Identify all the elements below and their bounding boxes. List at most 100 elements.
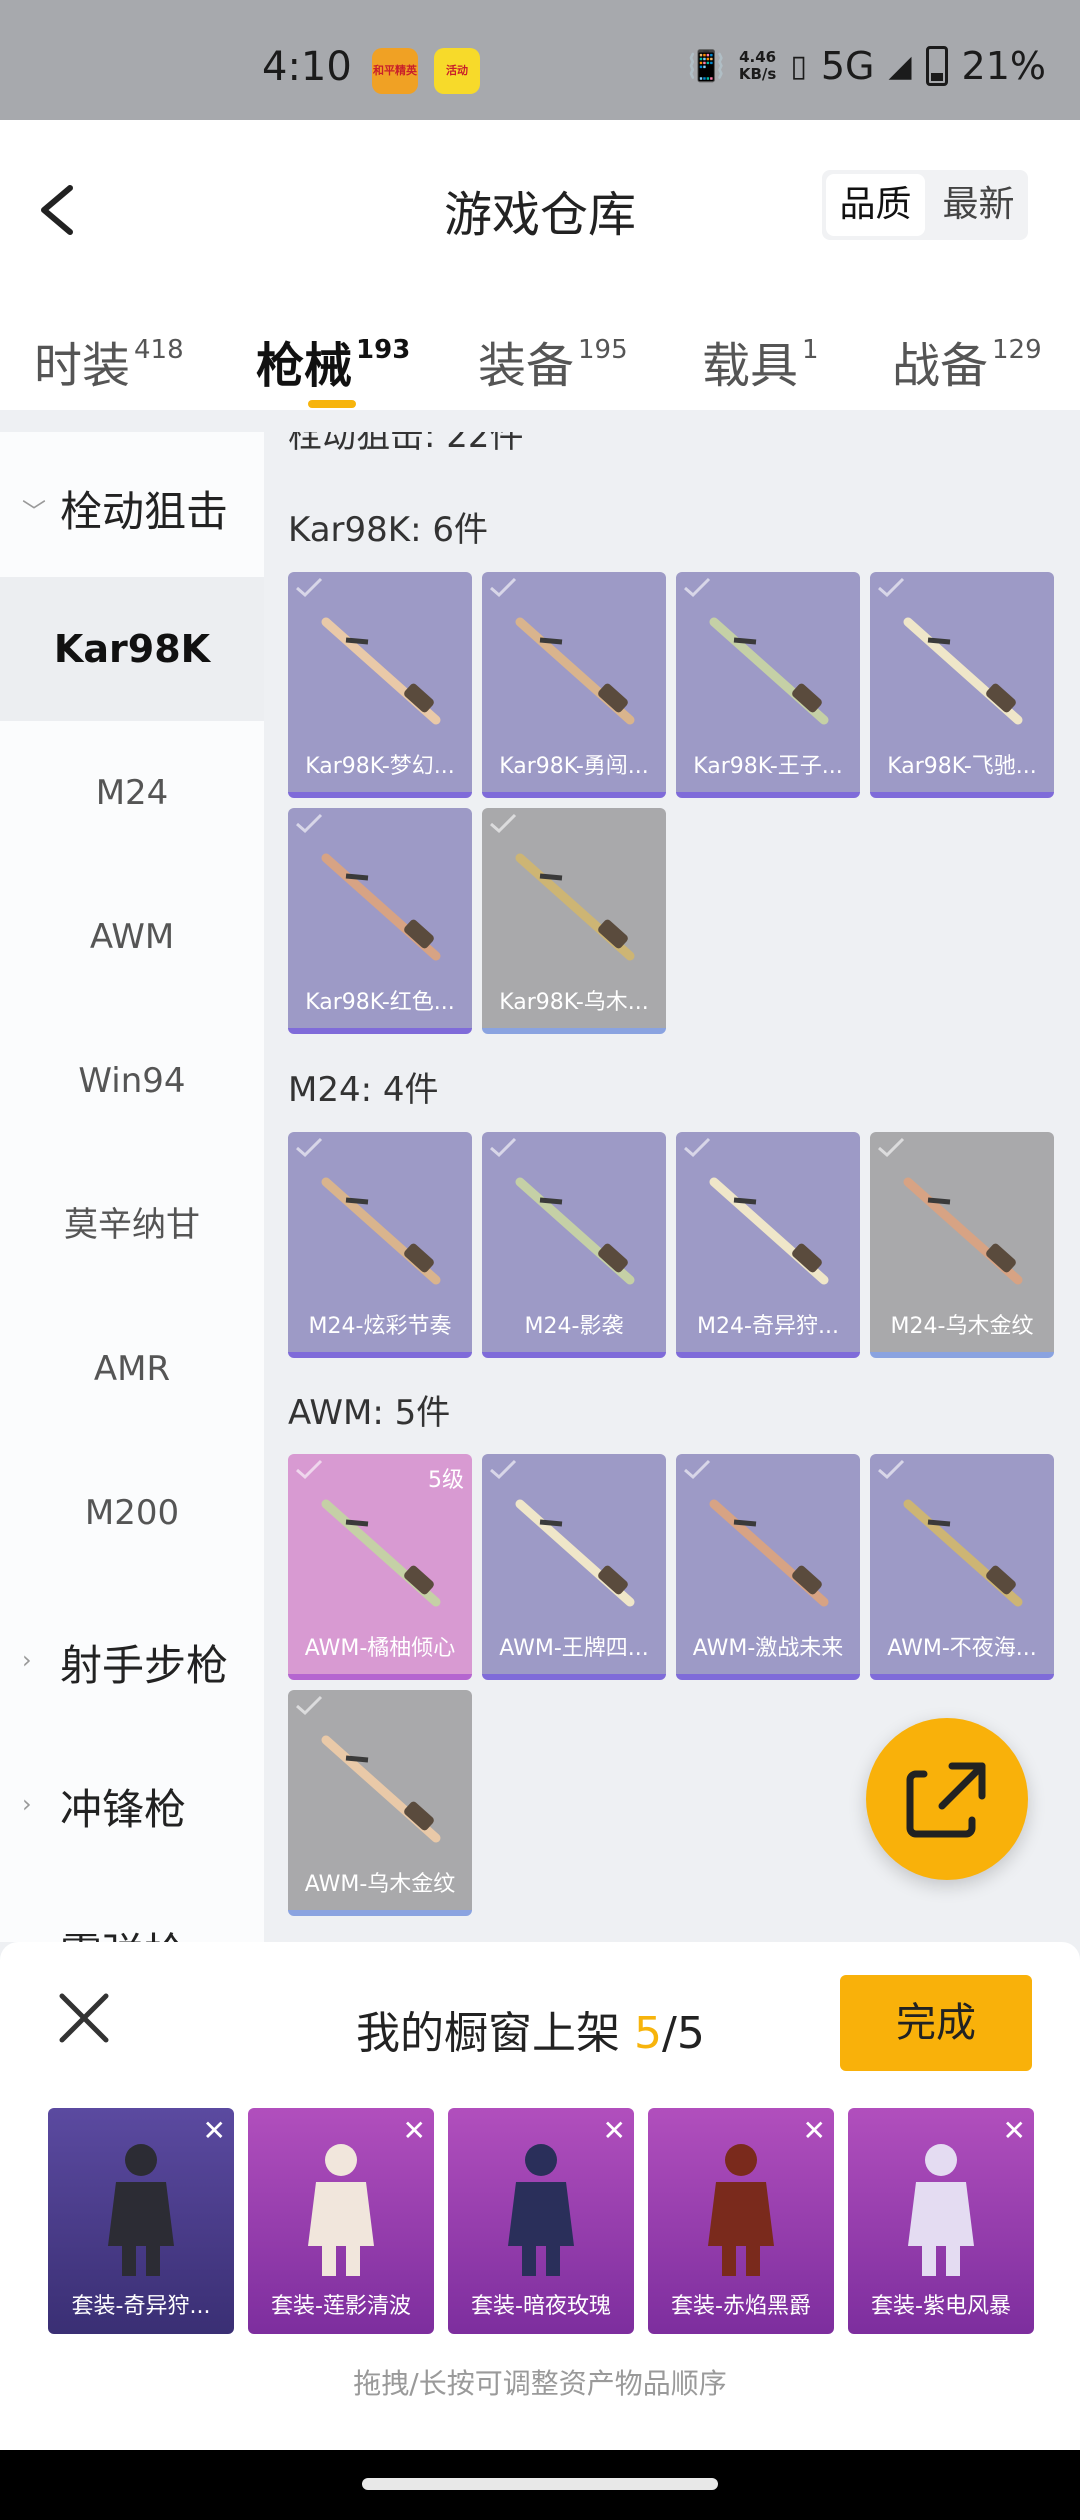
sidebar-item-awm[interactable]: AWM	[0, 865, 264, 1009]
showcase-item[interactable]: ✕ 套装-暗夜玫瑰	[448, 2108, 634, 2334]
sidebar-item-m24[interactable]: M24	[0, 721, 264, 865]
home-gesture-handle[interactable]	[362, 2478, 718, 2490]
weapon-name: AWM-不夜海...	[887, 1636, 1037, 1661]
net-speed-unit: KB/s	[738, 65, 777, 83]
remove-icon[interactable]: ✕	[803, 2114, 826, 2147]
check-icon	[684, 1137, 711, 1158]
outfit-name: 套装-紫电风暴	[871, 2294, 1011, 2319]
weapon-card[interactable]: Kar98K-勇闯...	[482, 572, 666, 798]
weapon-card[interactable]: Kar98K-红色...	[288, 808, 472, 1034]
rifle-icon	[321, 1735, 441, 1843]
weapon-card[interactable]: M24-乌木金纹	[870, 1132, 1054, 1358]
weapon-card[interactable]: AWM-不夜海...	[870, 1454, 1054, 1680]
tab-weapons[interactable]: 枪械 193	[256, 326, 410, 396]
status-indicators: 📳 4.46 KB/s ▯ 5G ◢ 21%	[687, 44, 1046, 88]
sidebar-category-dmr[interactable]: › 射手步枪	[0, 1632, 264, 1693]
rifle-icon	[515, 853, 635, 961]
sidebar-item-kar98k[interactable]: Kar98K	[0, 577, 264, 721]
weapon-card[interactable]: AWM-激战未来	[676, 1454, 860, 1680]
status-bar: 4:10 和平精英 活动 📳 4.46 KB/s ▯ 5G ◢ 21%	[0, 0, 1080, 120]
outfit-name: 套装-暗夜玫瑰	[471, 2294, 611, 2319]
weapon-card[interactable]: M24-奇异狩...	[676, 1132, 860, 1358]
sort-option-quality[interactable]: 品质	[826, 174, 925, 236]
weapon-card[interactable]: M24-影袭	[482, 1132, 666, 1358]
showcase-title: 我的橱窗上架 5/5	[356, 1997, 705, 2061]
tab-label: 枪械	[256, 338, 353, 394]
weapon-card[interactable]: Kar98K-飞驰...	[870, 572, 1054, 798]
tab-count: 129	[992, 335, 1042, 365]
tab-equipment[interactable]: 装备 195	[478, 326, 628, 396]
share-button[interactable]	[866, 1718, 1028, 1880]
sidebar-category-label: 霰弹枪	[60, 1929, 186, 1942]
app-notification-icon-2: 活动	[434, 48, 480, 94]
done-button[interactable]: 完成	[840, 1975, 1032, 2071]
check-icon	[878, 1459, 905, 1480]
sort-toggle[interactable]: 品质 最新	[822, 170, 1028, 240]
check-icon	[490, 1137, 517, 1158]
check-icon	[878, 1137, 905, 1158]
category-tabs: 时装 418 枪械 193 装备 195 载具 1 战备 129	[0, 320, 1080, 430]
close-icon[interactable]	[56, 1990, 112, 2046]
rifle-icon	[709, 1499, 829, 1607]
remove-icon[interactable]: ✕	[1003, 2114, 1026, 2147]
check-icon	[296, 1459, 323, 1480]
showcase-item[interactable]: ✕ 套装-奇异狩...	[48, 2108, 234, 2334]
sidebar-item-m200[interactable]: M200	[0, 1441, 264, 1585]
sidebar-category-label: 冲锋枪	[60, 1785, 187, 1834]
showcase-item[interactable]: ✕ 套装-紫电风暴	[848, 2108, 1034, 2334]
level-badge: 5级	[428, 1468, 464, 1493]
weapon-card[interactable]: Kar98K-梦幻...	[288, 572, 472, 798]
weapon-name: M24-奇异狩...	[697, 1314, 839, 1339]
remove-icon[interactable]: ✕	[203, 2114, 226, 2147]
remove-icon[interactable]: ✕	[403, 2114, 426, 2147]
tab-supplies[interactable]: 战备 129	[892, 326, 1042, 396]
external-link-icon	[906, 1762, 986, 1838]
rifle-icon	[321, 617, 441, 725]
sidebar-category-smg[interactable]: › 冲锋枪	[0, 1776, 264, 1837]
check-icon	[490, 813, 517, 834]
rifle-icon	[515, 617, 635, 725]
weapon-card[interactable]: AWM-王牌四...	[482, 1454, 666, 1680]
outfit-name: 套装-莲影清波	[271, 2294, 411, 2319]
sort-option-newest[interactable]: 最新	[929, 170, 1028, 240]
sidebar-item-mosin[interactable]: 莫辛纳甘	[0, 1153, 264, 1297]
check-icon	[490, 577, 517, 598]
weapon-name: Kar98K-飞驰...	[887, 754, 1037, 779]
chevron-right-icon: ›	[22, 1790, 32, 1818]
weapon-name: M24-炫彩节奏	[308, 1314, 452, 1339]
weapon-name: AWM-橘柚倾心	[304, 1636, 456, 1661]
weapon-card[interactable]: 5级 AWM-橘柚倾心	[288, 1454, 472, 1680]
weapon-name: AWM-激战未来	[692, 1636, 844, 1661]
sidebar-category-shotgun[interactable]: › 霰弹枪	[0, 1920, 264, 1942]
battery-percent: 21%	[961, 44, 1046, 88]
tab-count: 193	[356, 335, 411, 365]
weapon-card[interactable]: AWM-乌木金纹	[288, 1690, 472, 1916]
tab-label: 时装	[34, 338, 131, 394]
check-icon	[684, 577, 711, 598]
check-icon	[296, 1695, 323, 1716]
rifle-icon	[903, 1177, 1023, 1285]
section-title-m24: M24: 4件	[288, 1070, 439, 1110]
status-time: 4:10	[262, 44, 352, 90]
remove-icon[interactable]: ✕	[603, 2114, 626, 2147]
tab-vehicles[interactable]: 载具 1	[702, 326, 819, 396]
outfit-figure-icon	[708, 2144, 774, 2276]
sidebar-item-amr[interactable]: AMR	[0, 1297, 264, 1441]
weapon-card[interactable]: M24-炫彩节奏	[288, 1132, 472, 1358]
sidebar-category-bolt-sniper[interactable]: ﹀ 栓动狙击	[0, 478, 264, 539]
outfit-figure-icon	[108, 2144, 174, 2276]
sidebar-category-label: 栓动狙击	[60, 487, 229, 536]
showcase-item[interactable]: ✕ 套装-莲影清波	[248, 2108, 434, 2334]
weapon-name: AWM-乌木金纹	[304, 1872, 456, 1897]
section-title-kar98k: Kar98K: 6件	[288, 510, 488, 550]
weapon-name: Kar98K-乌木...	[499, 990, 649, 1015]
weapon-card[interactable]: Kar98K-乌木...	[482, 808, 666, 1034]
rifle-icon	[515, 1177, 635, 1285]
network-type: 5G	[820, 44, 875, 88]
showcase-item[interactable]: ✕ 套装-赤焰黑爵	[648, 2108, 834, 2334]
tab-fashion[interactable]: 时装 418	[34, 326, 184, 396]
outfit-figure-icon	[508, 2144, 574, 2276]
sidebar-item-win94[interactable]: Win94	[0, 1009, 264, 1153]
check-icon	[878, 577, 905, 598]
weapon-card[interactable]: Kar98K-王子...	[676, 572, 860, 798]
